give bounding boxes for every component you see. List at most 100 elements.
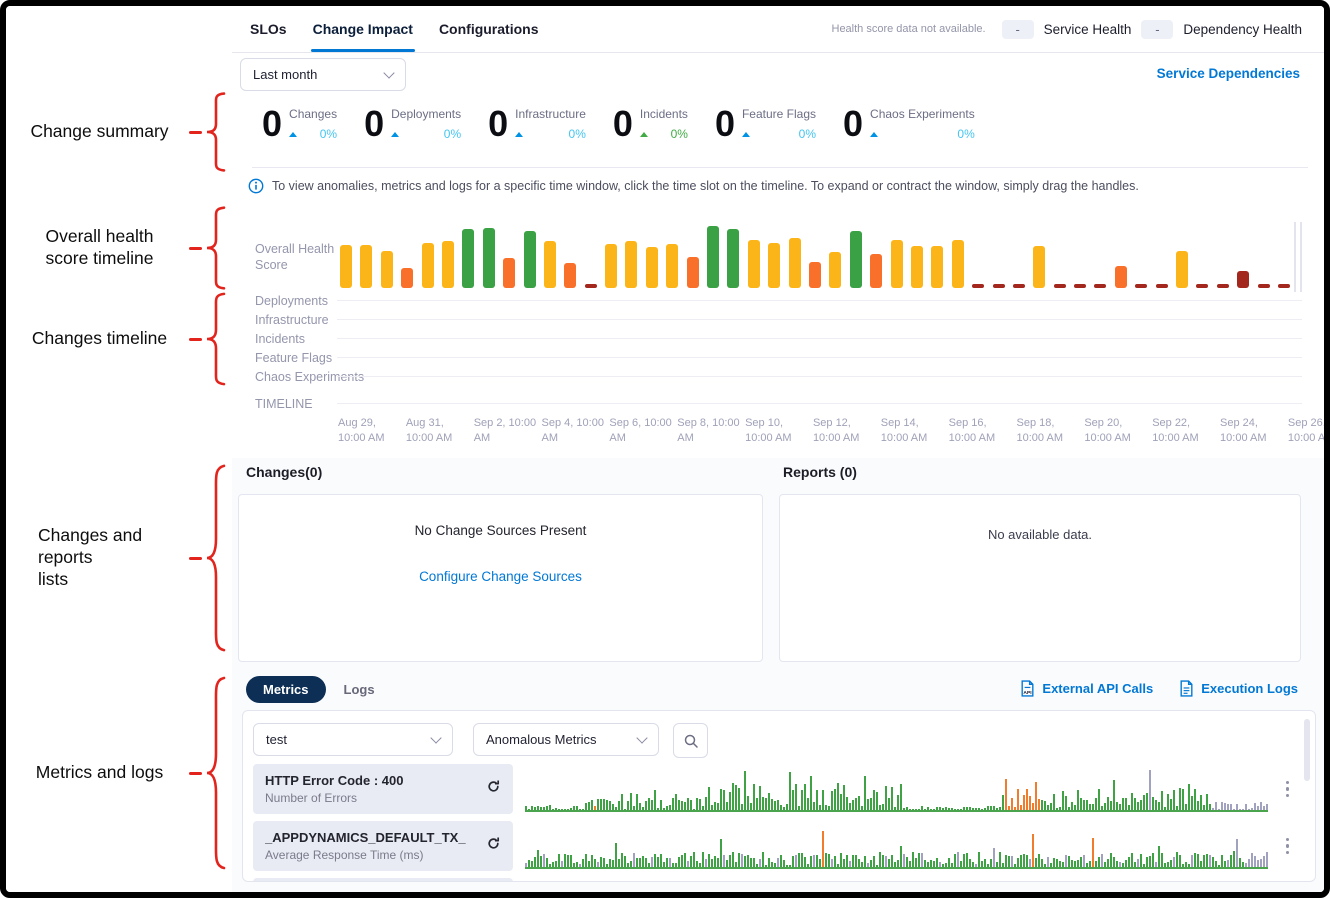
metric-info-card[interactable]: _APPDYNAMICS_DEFAULT_TX_Average Response… bbox=[253, 821, 513, 871]
health-bar[interactable] bbox=[442, 241, 454, 288]
health-bar[interactable] bbox=[625, 241, 637, 288]
metric-sparkline[interactable] bbox=[525, 823, 1268, 869]
health-bar[interactable] bbox=[483, 228, 495, 288]
metrics-scrollbar[interactable] bbox=[1304, 719, 1310, 781]
health-bar[interactable] bbox=[1135, 284, 1147, 288]
spark-bar bbox=[1215, 861, 1217, 867]
metric-info-card[interactable]: HTTP Error Code : 400Number of Errors bbox=[253, 764, 513, 814]
tab-change-impact[interactable]: Change Impact bbox=[313, 6, 413, 52]
health-score-bars[interactable] bbox=[340, 226, 1290, 288]
health-bar[interactable] bbox=[993, 284, 1005, 288]
health-bar[interactable] bbox=[1237, 271, 1249, 288]
metric-sparkline[interactable] bbox=[525, 766, 1268, 812]
spark-bar bbox=[642, 856, 644, 867]
health-bar[interactable] bbox=[829, 252, 841, 288]
health-bar[interactable] bbox=[564, 263, 576, 288]
health-bar[interactable] bbox=[809, 262, 821, 288]
health-bar[interactable] bbox=[1176, 251, 1188, 288]
tab-logs[interactable]: Logs bbox=[344, 682, 375, 697]
health-bar[interactable] bbox=[524, 231, 536, 288]
health-bar[interactable] bbox=[952, 240, 964, 288]
health-bar[interactable] bbox=[1033, 246, 1045, 288]
health-bar[interactable] bbox=[1217, 284, 1229, 288]
refresh-icon[interactable] bbox=[486, 779, 501, 799]
health-bar[interactable] bbox=[544, 241, 556, 288]
service-dependencies-link[interactable]: Service Dependencies bbox=[1157, 66, 1300, 81]
spark-bar bbox=[870, 860, 872, 867]
tab-metrics[interactable]: Metrics bbox=[246, 676, 326, 703]
spark-bar bbox=[1242, 809, 1244, 810]
health-bar[interactable] bbox=[727, 229, 739, 288]
spark-bar bbox=[1053, 794, 1055, 810]
health-bar[interactable] bbox=[503, 258, 515, 288]
spark-bar bbox=[1158, 802, 1160, 810]
health-bar[interactable] bbox=[401, 268, 413, 288]
metric-type-select[interactable]: Anomalous Metrics bbox=[473, 723, 659, 756]
spark-bar bbox=[588, 861, 590, 867]
health-bar[interactable] bbox=[360, 245, 372, 288]
health-bar[interactable] bbox=[789, 238, 801, 288]
tab-slos[interactable]: SLOs bbox=[250, 6, 287, 52]
configure-change-sources-link[interactable]: Configure Change Sources bbox=[239, 569, 762, 584]
kebab-menu-icon[interactable] bbox=[1282, 834, 1294, 859]
kebab-menu-icon[interactable] bbox=[1282, 777, 1294, 802]
health-bar[interactable] bbox=[748, 240, 760, 288]
health-bar[interactable] bbox=[605, 244, 617, 288]
spark-bar bbox=[1002, 795, 1004, 810]
health-bar[interactable] bbox=[870, 254, 882, 288]
timeline-tick: Sep 12, 10:00 AM bbox=[813, 416, 877, 446]
health-bar[interactable] bbox=[1156, 284, 1168, 288]
spark-bar bbox=[1050, 863, 1052, 867]
tab-configurations[interactable]: Configurations bbox=[439, 6, 539, 52]
spark-bar bbox=[774, 863, 776, 867]
health-bar[interactable] bbox=[707, 226, 719, 288]
timeline-drag-handle[interactable] bbox=[1300, 222, 1302, 292]
service-filter-select[interactable]: test bbox=[253, 723, 453, 756]
health-bar[interactable] bbox=[1074, 284, 1086, 288]
health-bar[interactable] bbox=[381, 251, 393, 288]
search-button[interactable] bbox=[673, 723, 708, 758]
spark-bar bbox=[684, 802, 686, 810]
timeline-drag-handle[interactable] bbox=[1294, 222, 1296, 292]
health-bar[interactable] bbox=[687, 257, 699, 288]
health-bar[interactable] bbox=[1196, 284, 1208, 288]
health-bar[interactable] bbox=[1258, 284, 1270, 288]
change-row-line bbox=[337, 338, 1302, 339]
health-bar[interactable] bbox=[931, 246, 943, 288]
spark-bar bbox=[1029, 796, 1031, 810]
health-bar[interactable] bbox=[768, 243, 780, 288]
execution-logs-link[interactable]: Execution Logs bbox=[1179, 680, 1298, 697]
time-range-select[interactable]: Last month bbox=[240, 58, 406, 91]
health-bar[interactable] bbox=[891, 240, 903, 288]
refresh-icon[interactable] bbox=[486, 836, 501, 856]
health-bar[interactable] bbox=[1094, 284, 1106, 288]
health-bar[interactable] bbox=[462, 229, 474, 288]
health-bar[interactable] bbox=[1013, 284, 1025, 288]
health-bar[interactable] bbox=[1054, 284, 1066, 288]
spark-bar bbox=[840, 794, 842, 810]
external-api-calls-link[interactable]: API External API Calls bbox=[1020, 680, 1153, 697]
spark-bar bbox=[525, 806, 527, 810]
change-row-label: Deployments bbox=[232, 294, 337, 308]
health-bar[interactable] bbox=[340, 245, 352, 288]
spark-bar bbox=[828, 854, 830, 867]
health-bar[interactable] bbox=[972, 284, 984, 288]
spark-bar bbox=[1170, 860, 1172, 867]
health-bar[interactable] bbox=[1278, 284, 1290, 288]
spark-bar bbox=[906, 857, 908, 867]
health-bar[interactable] bbox=[1115, 266, 1127, 288]
health-bar[interactable] bbox=[585, 284, 597, 288]
spark-bar bbox=[645, 801, 647, 810]
health-bar[interactable] bbox=[850, 231, 862, 288]
health-bar[interactable] bbox=[422, 243, 434, 288]
spark-bar bbox=[888, 798, 890, 810]
health-bar[interactable] bbox=[646, 247, 658, 288]
reports-list-title: Reports (0) bbox=[783, 464, 857, 480]
spark-bar bbox=[1023, 795, 1025, 810]
spark-bar bbox=[1146, 857, 1148, 867]
health-bar[interactable] bbox=[666, 244, 678, 288]
spark-bar bbox=[816, 855, 818, 867]
spark-bar bbox=[927, 862, 929, 867]
metric-card-partial[interactable] bbox=[253, 878, 513, 882]
health-bar[interactable] bbox=[911, 246, 923, 288]
